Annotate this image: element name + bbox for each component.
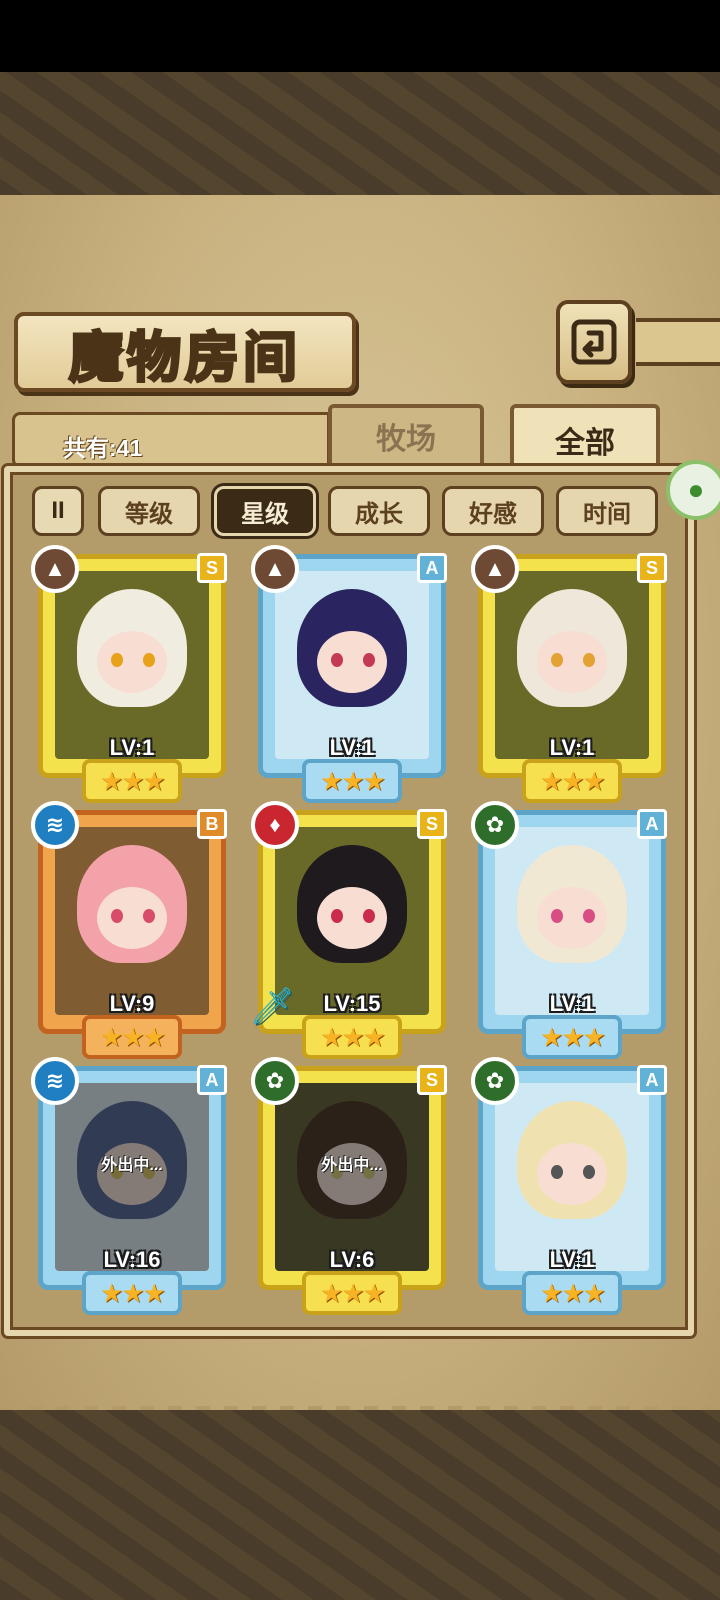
monster-level: LV:1 (549, 735, 595, 760)
star-rating: ★★★ (82, 1271, 182, 1315)
count-bar: 共有:41 (12, 412, 330, 468)
sort-order-toggle[interactable]: II (32, 486, 84, 536)
sort-time-button[interactable]: 时间 (556, 486, 658, 536)
element-wood-icon: ✿ (251, 1057, 299, 1105)
monster-card[interactable]: LV:1 S ▲ ★★★ (471, 545, 667, 803)
monster-portrait-area (275, 1083, 429, 1271)
rank-badge: B (197, 809, 227, 839)
chat-bubble-button[interactable]: ● (666, 460, 720, 520)
monster-eye (551, 653, 563, 667)
monster-face (97, 887, 167, 949)
monster-face (97, 631, 167, 693)
monster-eye (143, 909, 155, 923)
monster-portrait-area (55, 571, 209, 759)
rank-badge: S (417, 809, 447, 839)
monster-eye (111, 909, 123, 923)
map-background-bottom (0, 1410, 720, 1600)
map-background-top (0, 72, 720, 200)
element-earth-icon: ▲ (31, 545, 79, 593)
chat-icon: ● (687, 474, 705, 505)
monster-face (537, 887, 607, 949)
sort-level-button[interactable]: 等级 (98, 486, 200, 536)
monster-level: LV:9 (109, 991, 155, 1016)
monster-eye (551, 1165, 563, 1179)
star-rating: ★★★ (522, 1271, 622, 1315)
rank-badge: S (417, 1065, 447, 1095)
rank-badge: A (417, 553, 447, 583)
rank-badge: S (197, 553, 227, 583)
monster-portrait-area (495, 571, 649, 759)
monster-eye (583, 653, 595, 667)
star-rating: ★★★ (302, 1015, 402, 1059)
monster-eye (331, 909, 343, 923)
back-arrow-icon (571, 319, 617, 365)
star-rating: ★★★ (522, 759, 622, 803)
monster-level: LV:1 (549, 1247, 595, 1272)
monster-card[interactable]: LV:15 S ♦ ★★★ 🗡 (249, 801, 447, 1059)
monster-eye (111, 653, 123, 667)
monster-eye (143, 653, 155, 667)
sort-growth-button[interactable]: 成长 (328, 486, 430, 536)
monster-level: LV:16 (103, 1247, 161, 1272)
status-bar (0, 0, 720, 72)
rank-badge: A (197, 1065, 227, 1095)
tab-ranch[interactable]: 牧场 (328, 404, 484, 468)
monster-eye (331, 653, 343, 667)
back-button[interactable] (556, 300, 632, 384)
monster-portrait-area (275, 827, 429, 1015)
element-fire-icon: ♦ (251, 801, 299, 849)
element-wood-icon: ✿ (471, 801, 519, 849)
monster-card[interactable]: 外出中... LV:16 A ≋ ★★★ (31, 1057, 227, 1315)
away-status: 外出中... (101, 1157, 163, 1174)
monster-card[interactable]: LV:9 B ≋ ★★★ (31, 801, 227, 1059)
monster-face (537, 1143, 607, 1205)
monster-portrait-area (55, 827, 209, 1015)
monster-card[interactable]: 外出中... LV:6 S ✿ ★★★ (251, 1057, 447, 1315)
rank-badge: A (637, 1065, 667, 1095)
star-rating: ★★★ (82, 1015, 182, 1059)
rank-badge: A (637, 809, 667, 839)
monster-level: LV:1 (329, 735, 375, 760)
monster-face (317, 631, 387, 693)
rank-badge: S (637, 553, 667, 583)
monster-count: 共有:41 (63, 435, 143, 461)
sort-affection-button[interactable]: 好感 (442, 486, 544, 536)
monster-portrait-area (495, 827, 649, 1015)
monster-level: LV:6 (329, 1247, 375, 1272)
monster-level: LV:1 (549, 991, 595, 1016)
equipped-weapon-icon: 🗡 (249, 985, 295, 1026)
monster-eye (363, 909, 375, 923)
monster-card[interactable]: LV:1 A ✿ ★★★ (471, 801, 667, 1059)
monster-card[interactable]: LV:1 A ▲ ★★★ (251, 545, 447, 803)
element-earth-icon: ▲ (251, 545, 299, 593)
element-earth-icon: ▲ (471, 545, 519, 593)
title-plate: 魔物房间 (14, 312, 356, 392)
star-rating: ★★★ (302, 1271, 402, 1315)
star-rating: ★★★ (82, 759, 182, 803)
element-wood-icon: ✿ (471, 1057, 519, 1105)
monster-card[interactable]: LV:1 A ✿ ★★★ (471, 1057, 667, 1315)
page-title: 魔物房间 (68, 323, 301, 390)
monster-level: LV:1 (109, 735, 155, 760)
monster-card[interactable]: LV:1 S ▲ ★★★ (31, 545, 227, 803)
monster-portrait-area (275, 571, 429, 759)
away-status: 外出中... (321, 1157, 383, 1174)
monster-eye (583, 1165, 595, 1179)
monster-face (537, 631, 607, 693)
element-water-icon: ≋ (31, 801, 79, 849)
back-rail (636, 318, 720, 366)
star-rating: ★★★ (522, 1015, 622, 1059)
monster-face (317, 887, 387, 949)
sort-star-button[interactable]: 星级 (214, 486, 316, 536)
monster-eye (363, 653, 375, 667)
element-water-icon: ≋ (31, 1057, 79, 1105)
monster-eye (551, 909, 563, 923)
monster-eye (583, 909, 595, 923)
monster-portrait-area (495, 1083, 649, 1271)
star-rating: ★★★ (302, 759, 402, 803)
monster-portrait-area (55, 1083, 209, 1271)
